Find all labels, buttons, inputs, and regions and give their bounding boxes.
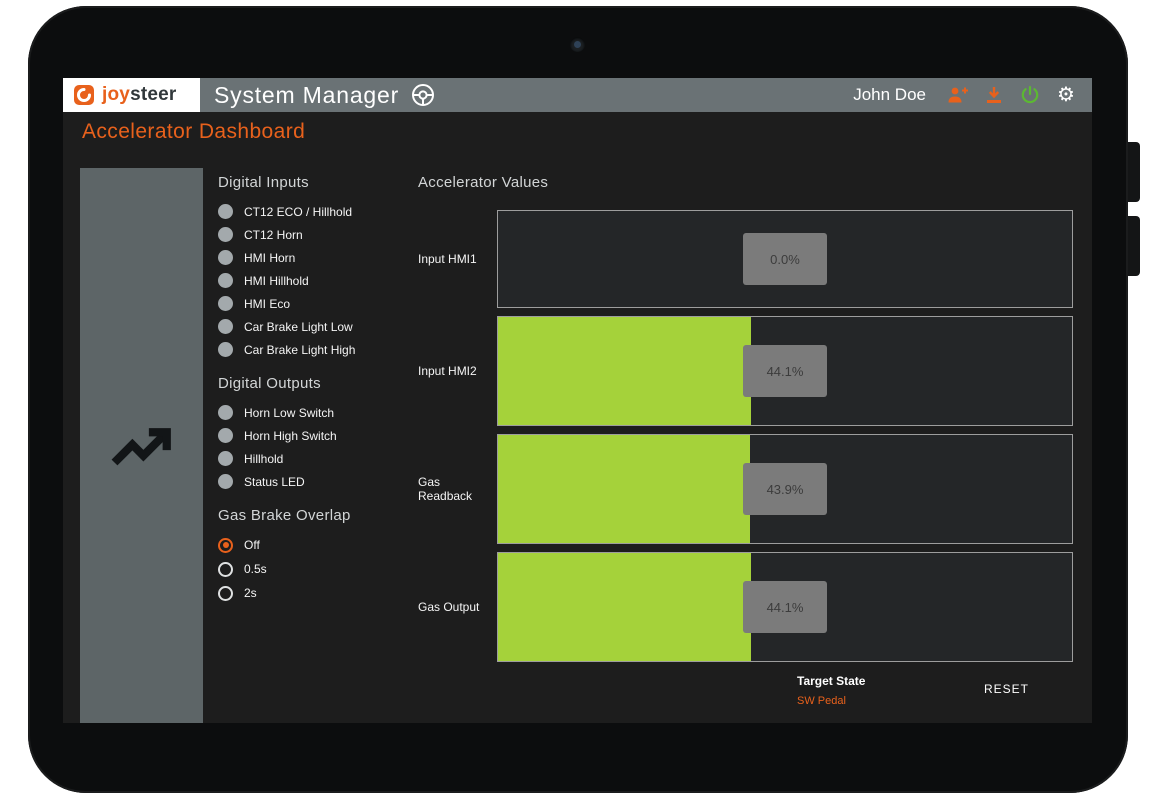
- accelerator-values-heading: Accelerator Values: [418, 174, 1073, 191]
- digital-input-row: Car Brake Light Low: [218, 315, 418, 338]
- target-state-value: SW Pedal: [797, 695, 865, 707]
- value-bar-row: Gas Output 44.1%: [418, 552, 1073, 662]
- digital-input-row: CT12 Horn: [218, 223, 418, 246]
- page-title: Accelerator Dashboard: [82, 120, 305, 144]
- led-indicator: [218, 451, 233, 466]
- reset-button[interactable]: RESET: [984, 682, 1029, 696]
- target-state: Target State SW Pedal: [797, 674, 865, 707]
- digital-output-row: Horn Low Switch: [218, 401, 418, 424]
- user-name: John Doe: [853, 85, 926, 105]
- radio-option-off[interactable]: Off: [218, 533, 418, 557]
- bar-label: Input HMI1: [418, 252, 497, 266]
- radio-icon: [218, 538, 233, 553]
- led-indicator: [218, 273, 233, 288]
- bar-label: Gas Output: [418, 600, 497, 614]
- digital-input-row: HMI Eco: [218, 292, 418, 315]
- accelerator-values-panel: Accelerator Values Input HMI1 0.0% Input…: [418, 174, 1073, 723]
- led-indicator: [218, 405, 233, 420]
- radio-icon: [218, 586, 233, 601]
- radio-option-2s[interactable]: 2s: [218, 581, 418, 605]
- digital-input-row: HMI Hillhold: [218, 269, 418, 292]
- bar-label: Input HMI2: [418, 364, 497, 378]
- bar-value-badge: 43.9%: [743, 463, 827, 515]
- bar-label: Gas Readback: [418, 475, 497, 503]
- bar-input-hmi1: 0.0%: [497, 210, 1073, 308]
- bar-fill: [498, 317, 751, 425]
- joysteer-logo-icon: [73, 84, 95, 106]
- radio-option-0-5s[interactable]: 0.5s: [218, 557, 418, 581]
- app-title: System Manager: [214, 82, 399, 109]
- bar-gas-output: 44.1%: [497, 552, 1073, 662]
- tablet-device: joysteer System Manager John Doe: [28, 6, 1128, 793]
- digital-input-row: CT12 ECO / Hillhold: [218, 200, 418, 223]
- led-indicator: [218, 227, 233, 242]
- value-bar-row: Input HMI2 44.1%: [418, 316, 1073, 426]
- app-screen: joysteer System Manager John Doe: [63, 78, 1092, 723]
- led-indicator: [218, 250, 233, 265]
- page-background: joysteer System Manager John Doe: [0, 0, 1155, 800]
- joysteer-logo-text: joysteer: [102, 84, 176, 106]
- app-header: joysteer System Manager John Doe: [63, 78, 1092, 112]
- digital-input-row: Car Brake Light High: [218, 338, 418, 361]
- radio-icon: [218, 562, 233, 577]
- values-footer: Target State SW Pedal RESET: [418, 670, 1073, 723]
- value-bar-row: Gas Readback 43.9%: [418, 434, 1073, 544]
- bar-gas-readback: 43.9%: [497, 434, 1073, 544]
- digital-output-row: Horn High Switch: [218, 424, 418, 447]
- led-indicator: [218, 474, 233, 489]
- bar-value-badge: 0.0%: [743, 233, 827, 285]
- trend-up-icon: [104, 413, 180, 479]
- led-indicator: [218, 319, 233, 334]
- controls-panel: Digital Inputs CT12 ECO / Hillhold CT12 …: [218, 174, 418, 605]
- led-indicator: [218, 296, 233, 311]
- steering-wheel-icon: [411, 83, 435, 107]
- front-camera: [570, 37, 585, 52]
- digital-input-row: HMI Horn: [218, 246, 418, 269]
- value-bar-row: Input HMI1 0.0%: [418, 210, 1073, 308]
- joysteer-logo: joysteer: [63, 78, 200, 112]
- bar-value-badge: 44.1%: [743, 345, 827, 397]
- bar-input-hmi2: 44.1%: [497, 316, 1073, 426]
- power-icon[interactable]: [1018, 83, 1042, 107]
- led-indicator: [218, 204, 233, 219]
- led-indicator: [218, 428, 233, 443]
- digital-outputs-heading: Digital Outputs: [218, 375, 418, 392]
- target-state-label: Target State: [797, 674, 865, 688]
- bar-value-badge: 44.1%: [743, 581, 827, 633]
- gear-icon[interactable]: ⚙: [1054, 83, 1078, 107]
- gas-brake-overlap-heading: Gas Brake Overlap: [218, 507, 418, 524]
- sidebar-nav-accelerator[interactable]: [80, 168, 203, 723]
- download-icon[interactable]: [982, 83, 1006, 107]
- bar-fill: [498, 553, 751, 661]
- digital-inputs-heading: Digital Inputs: [218, 174, 418, 191]
- add-user-icon[interactable]: [946, 83, 970, 107]
- bar-fill: [498, 435, 750, 543]
- led-indicator: [218, 342, 233, 357]
- title-bar: System Manager John Doe: [200, 78, 1092, 112]
- digital-output-row: Hillhold: [218, 447, 418, 470]
- digital-output-row: Status LED: [218, 470, 418, 493]
